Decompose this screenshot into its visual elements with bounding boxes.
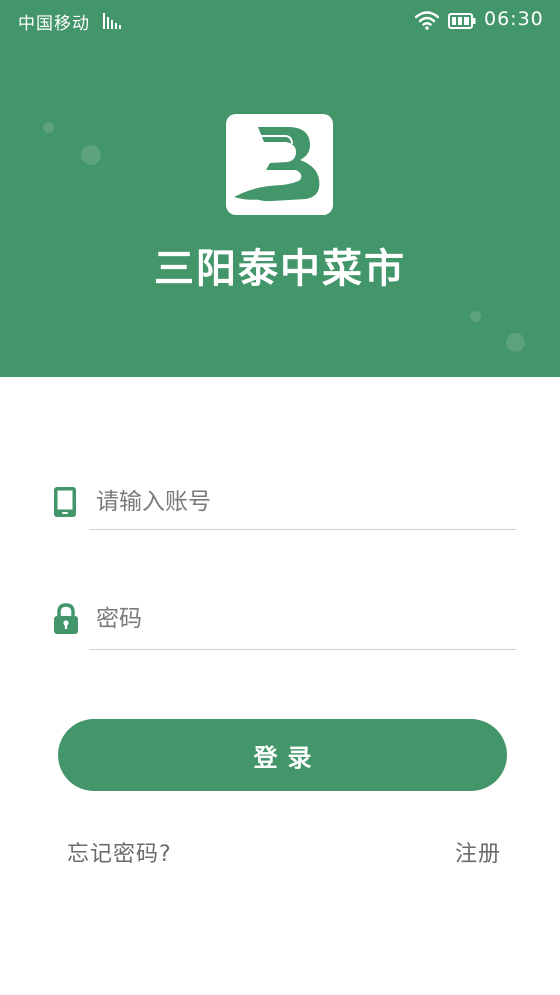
- decor-bubble: [43, 122, 54, 133]
- carrier-name: 中国移动: [18, 14, 90, 34]
- decor-bubble: [506, 333, 525, 352]
- signal-icon: [103, 13, 123, 33]
- phone-icon: [53, 486, 77, 522]
- forgot-password-link[interactable]: 忘记密码?: [67, 836, 172, 868]
- login-screen: 中国移动 06:30 三阳泰中菜市 请输入账号 登录 忘记密码? 注册: [0, 0, 560, 995]
- password-input[interactable]: [96, 601, 506, 637]
- status-bar: 中国移动 06:30: [0, 0, 560, 42]
- brand-title: 三阳泰中菜市: [154, 246, 406, 292]
- lock-icon: [53, 603, 79, 639]
- password-underline: [89, 649, 516, 650]
- login-button[interactable]: 登录: [58, 719, 507, 791]
- status-time: 06:30: [484, 8, 544, 30]
- account-underline: [89, 529, 516, 530]
- account-input[interactable]: [96, 484, 506, 520]
- decor-bubble: [81, 145, 101, 165]
- wifi-icon: [414, 11, 440, 34]
- header-banner: 中国移动 06:30 三阳泰中菜市: [0, 0, 560, 377]
- register-link[interactable]: 注册: [455, 836, 501, 868]
- decor-bubble: [470, 311, 481, 322]
- brand-logo-icon: [226, 114, 333, 215]
- battery-icon: [448, 13, 476, 33]
